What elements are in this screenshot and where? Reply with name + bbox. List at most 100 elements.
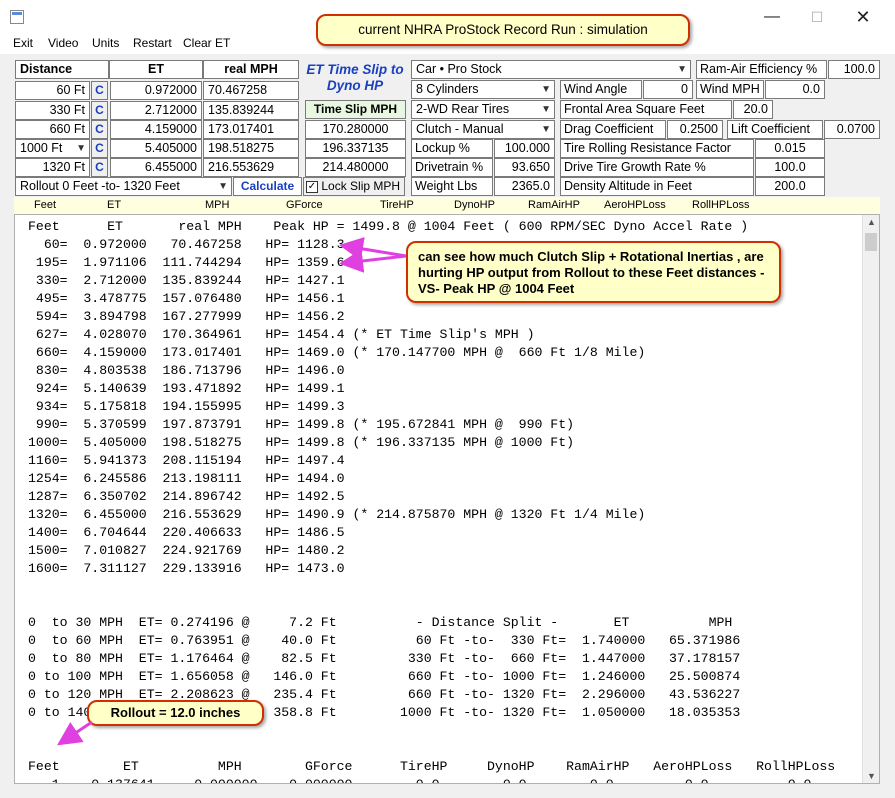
distance-label-330: 330 Ft — [15, 101, 90, 120]
density-altitude-label: Density Altitude in Feet — [560, 177, 754, 196]
cylinders-value: 8 Cylinders — [416, 82, 479, 96]
chevron-down-icon: ▼ — [541, 124, 551, 135]
scroll-down-icon[interactable]: ▼ — [867, 771, 876, 781]
chevron-down-icon: ▼ — [677, 64, 687, 75]
col-ramairhp: RamAirHP — [528, 199, 580, 211]
col-et: ET — [107, 199, 122, 211]
calc-button-660[interactable]: C — [91, 120, 108, 139]
lock-slip-checkbox[interactable]: ✓ Lock Slip MPH — [303, 177, 405, 196]
time-slip-mph-label: Time Slip MPH — [305, 100, 406, 119]
calc-button-1320[interactable]: C — [91, 158, 108, 177]
et-field-1320[interactable]: 6.455000 — [110, 158, 202, 177]
ramair-field[interactable]: 100.0 — [828, 60, 880, 79]
et-field-660[interactable]: 4.159000 — [110, 120, 202, 139]
dyno-title: ET Time Slip to Dyno HP — [306, 62, 404, 93]
rolling-resistance-label: Tire Rolling Resistance Factor — [560, 139, 754, 158]
distance-label-1320: 1320 Ft — [15, 158, 90, 177]
drag-coefficient-field[interactable]: 0.2500 — [667, 120, 723, 139]
close-button[interactable]: ✕ — [843, 4, 883, 30]
tire-growth-label: Drive Tire Growth Rate % — [560, 158, 754, 177]
app-window: — ☐ ✕ Exit Video Units Restart Clear ET … — [0, 0, 895, 798]
drag-coefficient-label: Drag Coefficient — [560, 120, 666, 139]
calc-button-330[interactable]: C — [91, 101, 108, 120]
distance-select-1000[interactable]: 1000 Ft ▼ — [15, 139, 90, 158]
drive-select[interactable]: 2-WD Rear Tires ▼ — [411, 100, 555, 119]
clutch-select[interactable]: Clutch - Manual ▼ — [411, 120, 555, 139]
scroll-thumb[interactable] — [865, 233, 877, 251]
menu-exit[interactable]: Exit — [13, 36, 33, 50]
title-callout: current NHRA ProStock Record Run : simul… — [316, 14, 690, 46]
minimize-button[interactable]: — — [752, 4, 792, 30]
col-aerohploss: AeroHPLoss — [604, 199, 666, 211]
menu-restart[interactable]: Restart — [133, 36, 172, 50]
car-type-select[interactable]: Car • Pro Stock ▼ — [411, 60, 691, 79]
weight-field[interactable]: 2365.0 — [494, 177, 555, 196]
car-type-value: Car • Pro Stock — [416, 62, 502, 76]
menu-video[interactable]: Video — [48, 36, 78, 50]
rollout-callout: Rollout = 12.0 inches — [87, 700, 264, 726]
mph-field-660[interactable]: 173.017401 — [203, 120, 299, 139]
rolling-resistance-field[interactable]: 0.015 — [755, 139, 825, 158]
frontal-area-label: Frontal Area Square Feet — [560, 100, 732, 119]
slip-mph-1000[interactable]: 196.337135 — [305, 139, 406, 158]
distance-header: Distance — [15, 60, 109, 79]
mph-field-330[interactable]: 135.839244 — [203, 101, 299, 120]
mph-field-60[interactable]: 70.467258 — [203, 81, 299, 100]
distance-label-60: 60 Ft — [15, 81, 90, 100]
drive-value: 2-WD Rear Tires — [416, 102, 510, 116]
wind-mph-field[interactable]: 0.0 — [765, 80, 825, 99]
clutch-slip-callout: can see how much Clutch Slip + Rotationa… — [406, 241, 781, 303]
rollout-select[interactable]: Rollout 0 Feet -to- 1320 Feet ▼ — [15, 177, 232, 196]
checkbox-check-icon: ✓ — [306, 180, 318, 193]
col-tirehp: TireHP — [380, 199, 414, 211]
lockup-label: Lockup % — [411, 139, 493, 158]
drivetrain-label: Drivetrain % — [411, 158, 493, 177]
et-header: ET — [109, 60, 203, 79]
mph-header: real MPH — [203, 60, 299, 79]
slip-mph-660[interactable]: 170.280000 — [305, 120, 406, 139]
distance-select-1000-value: 1000 Ft — [20, 141, 63, 155]
lift-coefficient-field[interactable]: 0.0700 — [824, 120, 880, 139]
chevron-down-icon: ▼ — [76, 143, 86, 154]
wind-angle-label: Wind Angle — [560, 80, 642, 99]
vertical-scrollbar[interactable]: ▲ ▼ — [862, 215, 879, 783]
calculate-button[interactable]: Calculate — [233, 177, 302, 196]
et-field-1000[interactable]: 5.405000 — [110, 139, 202, 158]
clutch-value: Clutch - Manual — [416, 122, 504, 136]
slip-mph-1320[interactable]: 214.480000 — [305, 158, 406, 177]
lock-slip-label: Lock Slip MPH — [321, 179, 401, 193]
mph-field-1320[interactable]: 216.553629 — [203, 158, 299, 177]
weight-label: Weight Lbs — [411, 177, 493, 196]
tire-growth-field[interactable]: 100.0 — [755, 158, 825, 177]
maximize-button[interactable]: ☐ — [797, 4, 837, 30]
menu-clear-et[interactable]: Clear ET — [183, 36, 230, 50]
drivetrain-field[interactable]: 93.650 — [494, 158, 555, 177]
calc-button-1000[interactable]: C — [91, 139, 108, 158]
ramair-label: Ram-Air Efficiency % — [696, 60, 827, 79]
menu-units[interactable]: Units — [92, 36, 119, 50]
column-header-strip: Feet ET MPH GForce TireHP DynoHP RamAirH… — [14, 197, 880, 214]
frontal-area-field[interactable]: 20.0 — [733, 100, 773, 119]
chevron-down-icon: ▼ — [541, 84, 551, 95]
rollout-select-value: Rollout 0 Feet -to- 1320 Feet — [20, 179, 180, 193]
col-rollhploss: RollHPLoss — [692, 199, 750, 211]
calc-button-60[interactable]: C — [91, 81, 108, 100]
col-dynohp: DynoHP — [454, 199, 495, 211]
et-field-60[interactable]: 0.972000 — [110, 81, 202, 100]
col-mph: MPH — [205, 199, 230, 211]
lockup-field[interactable]: 100.000 — [494, 139, 555, 158]
col-feet: Feet — [34, 199, 57, 211]
scroll-up-icon[interactable]: ▲ — [867, 217, 876, 227]
col-gforce: GForce — [286, 199, 323, 211]
lift-coefficient-label: Lift Coefficient — [727, 120, 823, 139]
app-icon — [10, 10, 24, 24]
distance-label-660: 660 Ft — [15, 120, 90, 139]
mph-field-1000[interactable]: 198.518275 — [203, 139, 299, 158]
chevron-down-icon: ▼ — [541, 104, 551, 115]
chevron-down-icon: ▼ — [218, 181, 228, 192]
et-field-330[interactable]: 2.712000 — [110, 101, 202, 120]
density-altitude-field[interactable]: 200.0 — [755, 177, 825, 196]
cylinders-select[interactable]: 8 Cylinders ▼ — [411, 80, 555, 99]
wind-angle-field[interactable]: 0 — [643, 80, 693, 99]
wind-mph-label: Wind MPH — [696, 80, 764, 99]
